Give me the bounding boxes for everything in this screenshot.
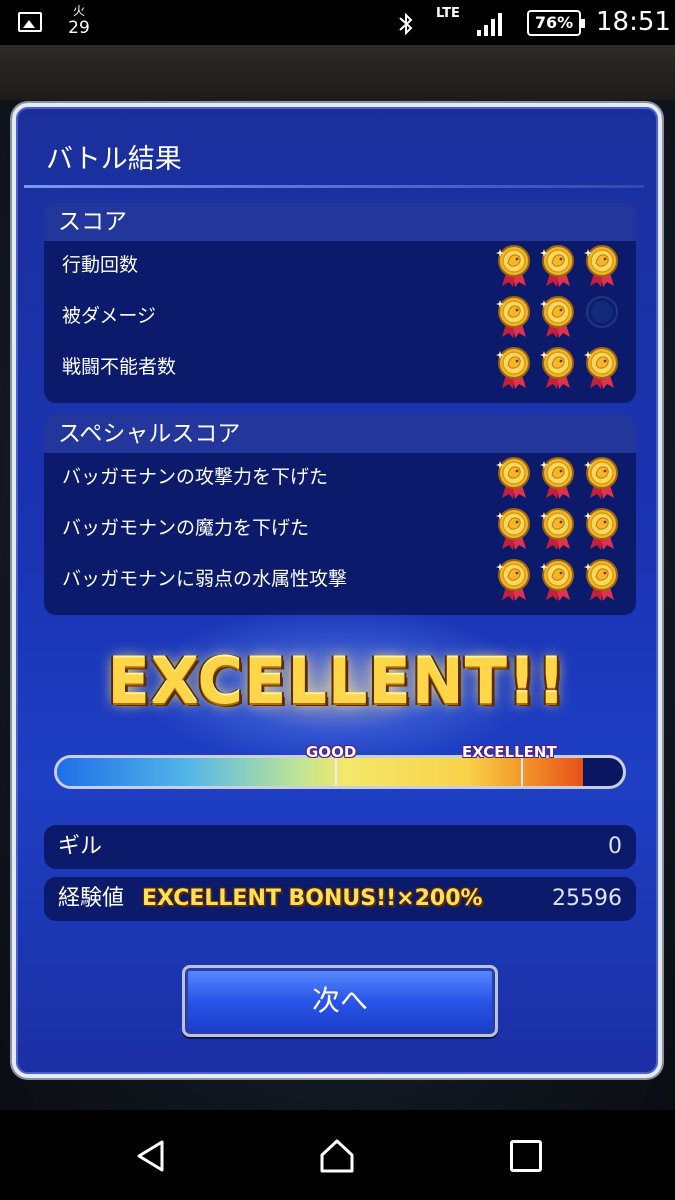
gil-label: ギル: [58, 834, 103, 859]
medal-group: [496, 294, 628, 342]
special-score-panel: スペシャルスコア バッガモナンの攻撃力を下げた バッガモナンの魔力を下げた バッ…: [44, 415, 636, 615]
medal-group: [496, 506, 628, 554]
score-label: 被ダメージ: [62, 305, 157, 327]
gold-medal-icon: [496, 296, 530, 338]
exp-value: 25596: [552, 886, 622, 911]
gil-value: 0: [608, 834, 622, 859]
gold-medal-icon: [584, 347, 618, 389]
gauge-good-label: GOOD: [306, 743, 357, 761]
rating-text: EXCELLENT!!: [107, 645, 567, 718]
signal-icon: [477, 13, 502, 36]
score-header: スコア: [44, 203, 636, 241]
title-divider: [24, 185, 644, 188]
empty-medal-icon: [586, 296, 618, 328]
gauge-fill: [57, 758, 584, 786]
gold-medal-icon: [540, 559, 574, 601]
gold-medal-icon: [540, 508, 574, 550]
gold-medal-icon: [584, 245, 618, 287]
gold-medal-icon: [584, 559, 618, 601]
score-label: 行動回数: [62, 254, 139, 276]
gauge-good-mark: [335, 758, 337, 786]
special-score-row: バッガモナンの攻撃力を下げた: [44, 457, 636, 512]
score-panel: スコア 行動回数 被ダメージ 戦闘不能者数: [44, 203, 636, 403]
medal-group: [496, 455, 628, 503]
gauge-excellent-mark: [521, 758, 523, 786]
medal-group: [496, 243, 628, 291]
score-row: 被ダメージ: [44, 296, 636, 351]
navigation-bar: [0, 1110, 675, 1200]
gauge-excellent-label: EXCELLENT: [462, 743, 557, 761]
gold-medal-icon: [540, 245, 574, 287]
network-type: LTE: [436, 6, 460, 21]
gold-medal-icon: [540, 296, 574, 338]
special-score-label: バッガモナンの魔力を下げた: [62, 517, 310, 539]
calendar-day: 火: [72, 4, 85, 18]
gold-medal-icon: [496, 245, 530, 287]
gil-row: ギル 0: [44, 825, 636, 869]
rating-banner: EXCELLENT!!: [16, 607, 658, 767]
special-score-label: バッガモナンの攻撃力を下げた: [62, 466, 329, 488]
dialog-title: バトル結果: [46, 144, 182, 175]
status-bar: 火 29 LTE 76% 18:51: [0, 0, 675, 45]
gold-medal-icon: [584, 508, 618, 550]
special-score-row: バッガモナンの魔力を下げた: [44, 508, 636, 563]
gold-medal-icon: [540, 347, 574, 389]
home-icon[interactable]: [318, 1137, 356, 1175]
score-row: 行動回数: [44, 245, 636, 300]
next-button[interactable]: 次へ: [182, 965, 498, 1037]
special-score-header: スペシャルスコア: [44, 415, 636, 453]
gold-medal-icon: [496, 508, 530, 550]
score-label: 戦闘不能者数: [62, 356, 177, 378]
exp-row: 経験値 EXCELLENT BONUS!!×200% 25596: [44, 877, 636, 921]
battery-indicator: 76%: [527, 10, 585, 36]
back-icon[interactable]: [134, 1139, 168, 1173]
exp-bonus: EXCELLENT BONUS!!×200%: [142, 886, 483, 911]
gold-medal-icon: [584, 457, 618, 499]
bluetooth-icon: [399, 12, 413, 36]
battle-result-dialog: バトル結果 スコア 行動回数 被ダメージ 戦闘不能者数 スペシャルスコア バッガ…: [12, 103, 662, 1078]
medal-group: [496, 557, 628, 605]
gold-medal-icon: [496, 347, 530, 389]
clock: 18:51: [596, 7, 671, 37]
battle-top-bar: [0, 45, 675, 100]
calendar-date: 29: [68, 18, 90, 38]
recent-apps-icon[interactable]: [510, 1140, 542, 1172]
exp-label: 経験値: [58, 886, 125, 911]
gold-medal-icon: [496, 559, 530, 601]
special-score-label: バッガモナンに弱点の水属性攻撃: [62, 568, 348, 590]
medal-group: [496, 345, 628, 393]
calendar-notification: 火 29: [66, 4, 92, 38]
image-notification-icon: [18, 12, 42, 32]
gold-medal-icon: [496, 457, 530, 499]
score-row: 戦闘不能者数: [44, 347, 636, 402]
gold-medal-icon: [540, 457, 574, 499]
